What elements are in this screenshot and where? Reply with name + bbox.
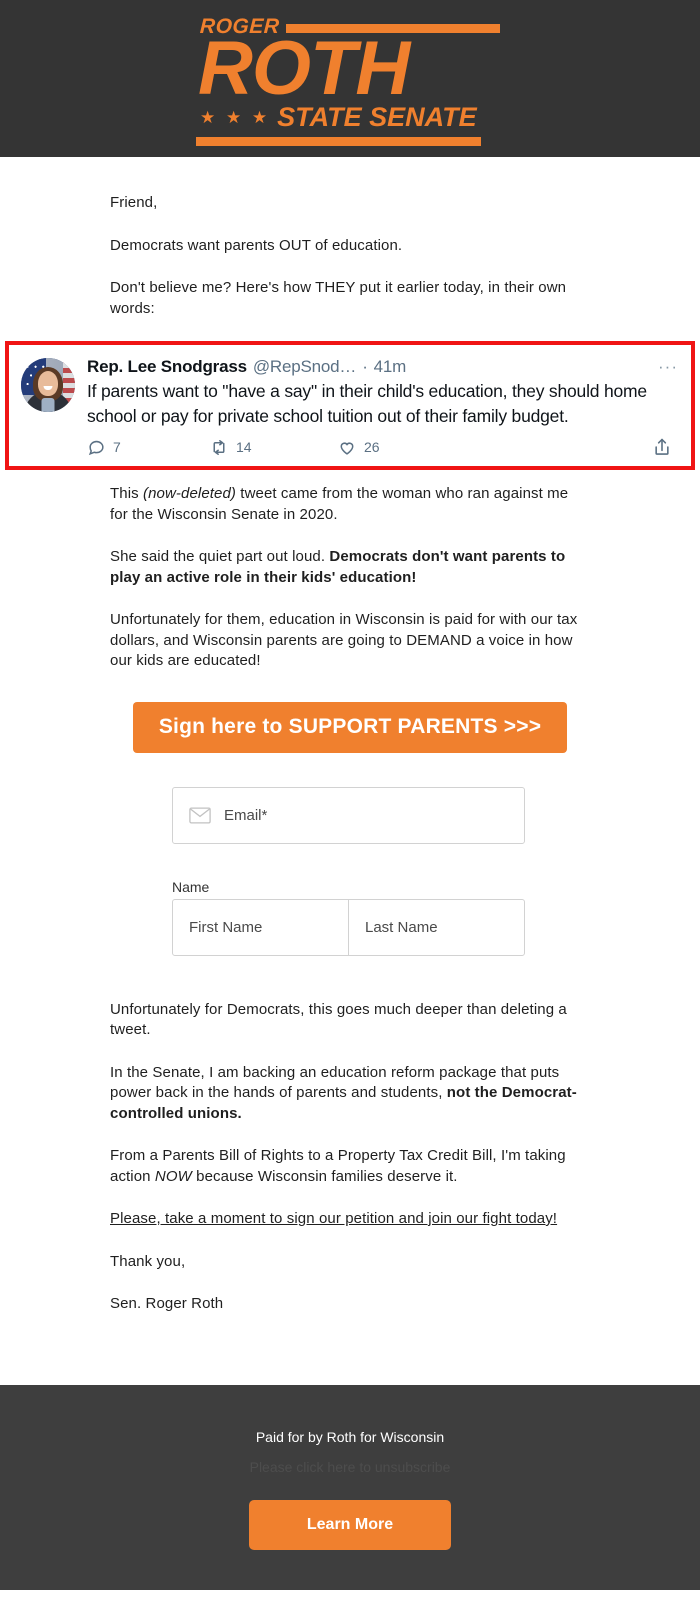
logo-bottom-row: ★ ★ ★ STATE SENATE xyxy=(200,104,500,131)
email-input-placeholder: Email* xyxy=(224,806,268,824)
paragraph-now-deleted: This (now-deleted) tweet came from the w… xyxy=(110,485,569,523)
paragraph-dont-believe-me: Don't believe me? Here's how THEY put it… xyxy=(110,279,567,317)
tweet-screenshot-container: Rep. Lee Snodgrass @RepSnod… · 41m ··· I… xyxy=(0,341,700,470)
like-count: 26 xyxy=(364,439,380,455)
more-options-icon[interactable]: ··· xyxy=(658,358,678,375)
tweet-timestamp: 41m xyxy=(373,357,407,376)
share-icon xyxy=(652,437,672,457)
closing-text-block: Unfortunately for Democrats, this goes m… xyxy=(0,956,700,1315)
cta-container: Sign here to SUPPORT PARENTS >>> xyxy=(0,701,700,753)
retweet-count: 14 xyxy=(236,439,252,455)
logo-last-name: ROTH xyxy=(198,25,410,111)
tweet-header: Rep. Lee Snodgrass @RepSnod… · 41m ··· xyxy=(87,356,678,378)
tweet-separator: · xyxy=(362,357,368,376)
unsubscribe-link[interactable]: Please click here to unsubscribe xyxy=(0,1459,700,1475)
reply-count: 7 xyxy=(113,439,121,455)
envelope-icon xyxy=(189,807,211,824)
retweet-action[interactable]: 14 xyxy=(209,438,337,457)
email-content: Friend, Democrats want parents OUT of ed… xyxy=(0,157,700,1315)
campaign-logo: ROGER ROTH ★ ★ ★ STATE SENATE xyxy=(196,11,500,147)
paragraph-quiet-part: She said the quiet part out loud. Democr… xyxy=(110,548,566,586)
first-name-placeholder: First Name xyxy=(189,918,263,936)
tweet-text: If parents want to "have a say" in their… xyxy=(87,381,647,426)
paid-for-disclaimer: Paid for by Roth for Wisconsin xyxy=(255,1428,445,1445)
star-icon: ★ ★ ★ xyxy=(200,108,271,128)
logo-bottom-bar xyxy=(196,137,481,147)
paragraph-deeper-than-tweet: Unfortunately for Democrats, this goes m… xyxy=(110,1000,567,1039)
last-name-field[interactable]: Last Name xyxy=(348,899,524,955)
intro-text-block: Friend, Democrats want parents OUT of ed… xyxy=(0,157,700,319)
logo-first-name: ROGER xyxy=(199,14,281,38)
retweet-icon xyxy=(209,438,229,457)
support-parents-button[interactable]: Sign here to SUPPORT PARENTS >>> xyxy=(132,701,568,753)
reply-action[interactable]: 7 xyxy=(87,438,209,457)
tweet-handle: @RepSnod… xyxy=(252,357,357,376)
tweet-card: Rep. Lee Snodgrass @RepSnod… · 41m ··· I… xyxy=(5,341,695,470)
email-header-banner: ROGER ROTH ★ ★ ★ STATE SENATE xyxy=(0,0,700,157)
reply-icon xyxy=(87,438,106,457)
paragraph-tax-dollars: Unfortunately for them, education in Wis… xyxy=(110,611,578,669)
heart-icon xyxy=(337,438,357,457)
greeting-text: Friend, xyxy=(110,194,158,211)
tweet-body: Rep. Lee Snodgrass @RepSnod… · 41m ··· I… xyxy=(87,356,678,457)
paragraph-democrats-out: Democrats want parents OUT of education. xyxy=(110,236,403,254)
petition-link-paragraph: Please, take a moment to sign our petiti… xyxy=(110,1209,590,1230)
logo-office-text: STATE SENATE xyxy=(277,102,477,133)
name-fields-row: First Name Last Name xyxy=(172,898,525,956)
paragraph-bill-of-rights: From a Parents Bill of Rights to a Prope… xyxy=(110,1147,566,1185)
petition-link[interactable]: Please, take a moment to sign our petiti… xyxy=(110,1210,557,1227)
learn-more-button[interactable]: Learn More xyxy=(248,1499,452,1550)
last-name-placeholder: Last Name xyxy=(365,918,438,936)
tweet-display-name: Rep. Lee Snodgrass xyxy=(87,357,247,376)
signature-text: Sen. Roger Roth xyxy=(110,1295,224,1312)
mid-text-block: This (now-deleted) tweet came from the w… xyxy=(0,484,700,672)
footer-bottom-strip xyxy=(0,1589,700,1604)
email-footer: Paid for by Roth for Wisconsin Please cl… xyxy=(0,1384,700,1590)
share-action[interactable] xyxy=(652,437,672,457)
first-name-field[interactable]: First Name xyxy=(173,900,348,955)
avatar xyxy=(21,358,75,412)
email-field[interactable]: Email* xyxy=(172,786,525,844)
name-field-label: Name xyxy=(172,878,210,895)
tweet-engagement-bar: 7 14 26 xyxy=(87,437,678,457)
signup-form: Email* Name First Name Last Name xyxy=(0,786,700,956)
like-action[interactable]: 26 xyxy=(337,438,457,457)
thank-you-text: Thank you, xyxy=(110,1252,186,1270)
paragraph-education-reform: In the Senate, I am backing an education… xyxy=(110,1063,577,1122)
